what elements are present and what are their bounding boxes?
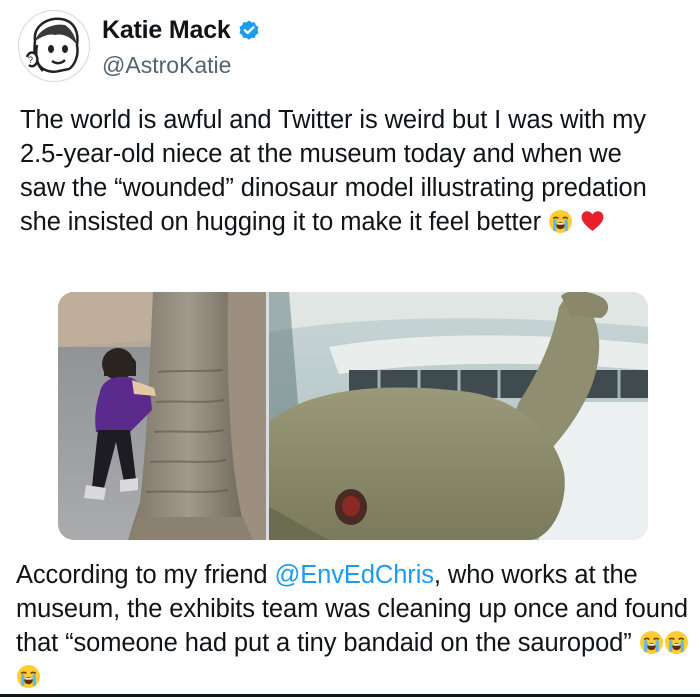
- reply-text-block: According to my friend @EnvEdChris, who …: [16, 558, 696, 694]
- divider: [0, 694, 700, 697]
- author-name-row[interactable]: Katie Mack: [102, 16, 261, 45]
- loudly-crying-face-icon: [664, 630, 689, 655]
- verified-badge-icon: [237, 19, 261, 43]
- loudly-crying-face-icon: [639, 630, 664, 655]
- svg-text:?: ?: [28, 55, 33, 65]
- tweet-text-block: The world is awful and Twitter is weird …: [20, 103, 670, 239]
- child-hugging-dinosaur-leg-photo[interactable]: [58, 292, 266, 540]
- reply-text-before: According to my friend: [16, 561, 275, 589]
- tweet-header: ? Katie Mack @AstroKatie: [18, 6, 678, 86]
- mention-link[interactable]: @EnvEdChris: [274, 561, 434, 589]
- media-grid[interactable]: [58, 292, 648, 540]
- avatar[interactable]: ?: [18, 10, 90, 82]
- author-handle[interactable]: @AstroKatie: [102, 52, 231, 79]
- red-heart-icon: [580, 209, 605, 234]
- sauropod-model-with-wound-photo[interactable]: [269, 292, 648, 540]
- loudly-crying-face-icon: [16, 664, 41, 689]
- loudly-crying-face-icon: [548, 209, 573, 234]
- author-name[interactable]: Katie Mack: [102, 16, 231, 45]
